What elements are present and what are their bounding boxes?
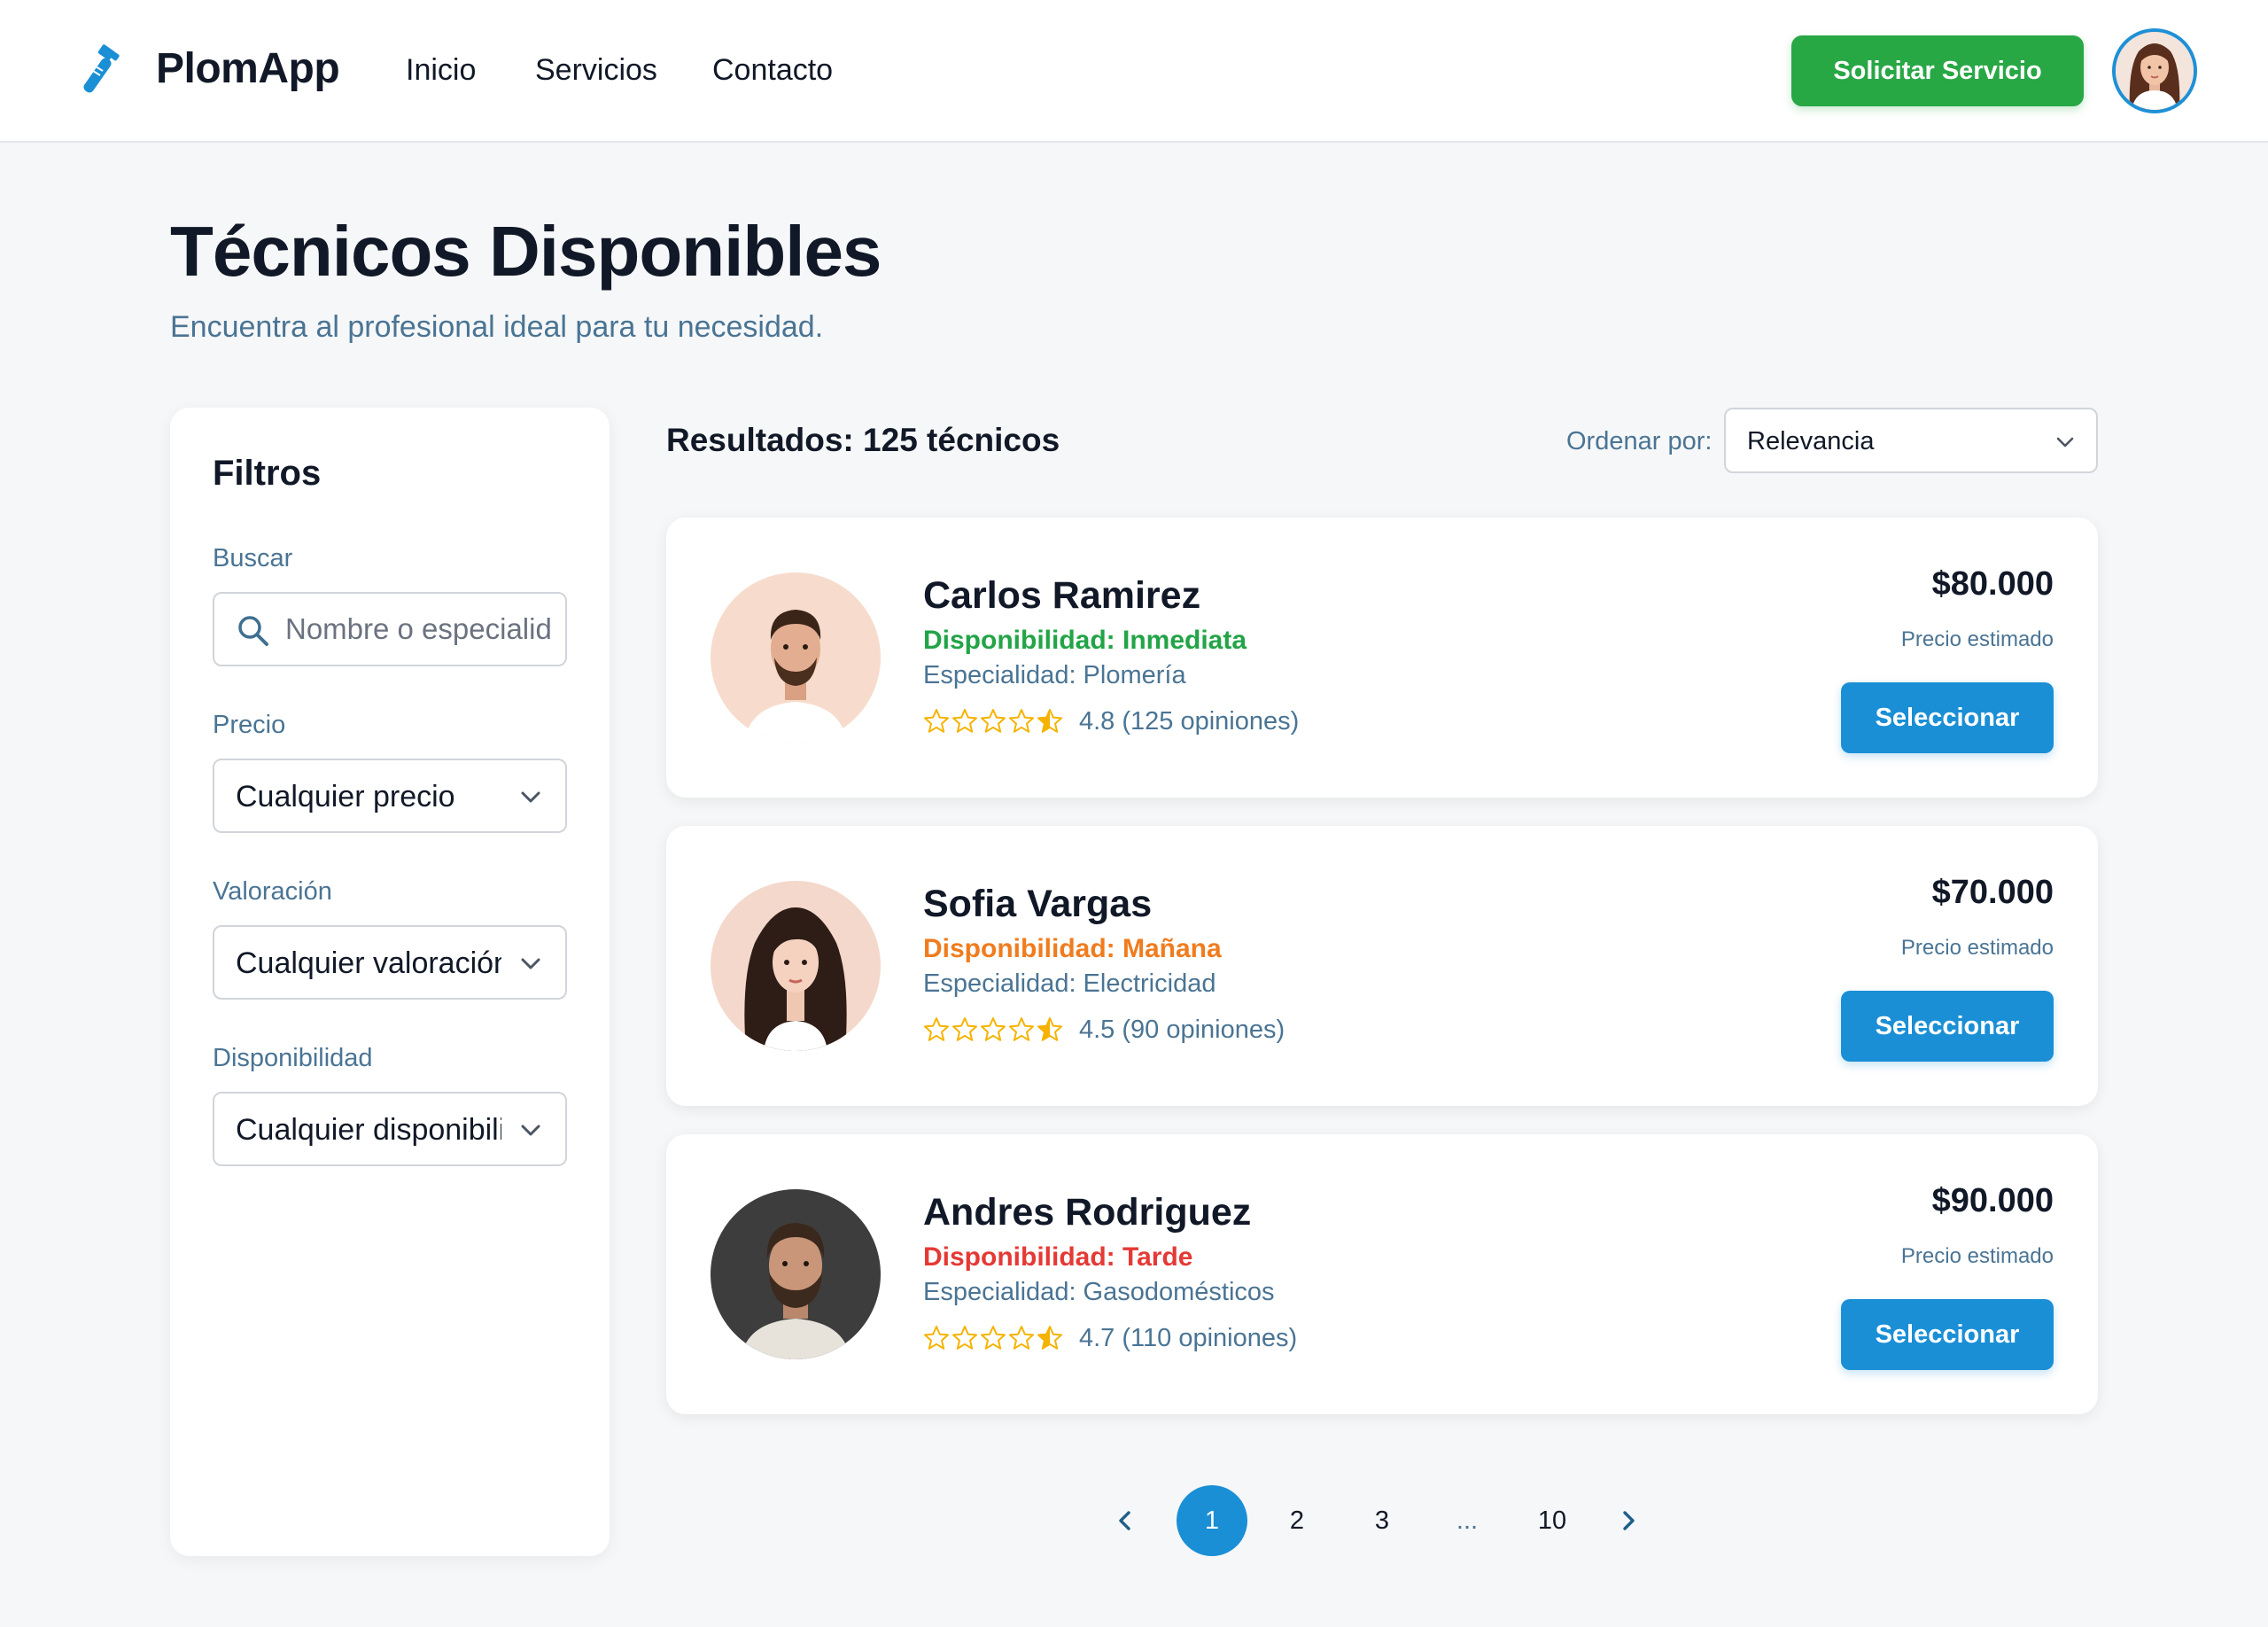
technician-avatar: [711, 1189, 881, 1359]
star-full-icon: [924, 1017, 949, 1041]
search-label: Buscar: [213, 544, 293, 572]
technician-specialty: Especialidad: Gasodomésticos: [923, 1278, 1275, 1306]
rating-text: 4.8 (125 opiniones): [1079, 706, 1300, 736]
rating: 4.7 (110 opiniones): [923, 1322, 1297, 1354]
technician-avatar: [711, 572, 881, 743]
technician-specialty: Especialidad: Plomería: [923, 661, 1186, 689]
availability-status: Disponibilidad: Mañana: [923, 934, 1222, 963]
select-technician-button[interactable]: Seleccionar: [1841, 991, 2054, 1062]
technician-portrait: [711, 572, 881, 743]
user-avatar[interactable]: [2112, 28, 2197, 113]
star-full-icon: [1009, 709, 1034, 733]
star-full-icon: [981, 1017, 1006, 1041]
sort-select-value: Relevancia: [1747, 427, 1875, 455]
star-rating: [923, 1016, 1063, 1043]
rating-select-value: Cualquier valoración: [236, 946, 501, 980]
app-logo-text[interactable]: PlomApp: [156, 44, 340, 93]
nav-link-contacto[interactable]: Contacto: [712, 53, 833, 88]
pagination-page-2[interactable]: 2: [1262, 1485, 1332, 1556]
wrench-icon: [83, 44, 120, 93]
star-rating: [923, 708, 1063, 735]
technician-name: Carlos Ramirez: [923, 574, 1201, 617]
technician-portrait: [711, 1189, 881, 1359]
technician-card: Andres Rodriguez Disponibilidad: Tarde E…: [666, 1134, 2098, 1414]
price-note: Precio estimado: [1900, 627, 2054, 651]
search-field[interactable]: [213, 592, 567, 666]
star-full-icon: [952, 1326, 977, 1350]
top-navbar: PlomApp Inicio Servicios Contacto Solici…: [0, 0, 2268, 143]
star-rating: [923, 1325, 1063, 1351]
pagination-ellipsis: ...: [1456, 1506, 1479, 1535]
filters-title: Filtros: [213, 454, 322, 493]
star-full-icon: [952, 709, 977, 733]
price-label: Precio: [213, 711, 286, 739]
technician-price: $70.000: [1931, 874, 2054, 911]
sort-label: Ordenar por:: [1566, 427, 1713, 455]
nav-link-servicios[interactable]: Servicios: [535, 53, 657, 88]
star-full-icon: [924, 1326, 949, 1350]
star-full-icon: [981, 1326, 1006, 1350]
request-service-button[interactable]: Solicitar Servicio: [1791, 35, 2084, 106]
price-select[interactable]: Cualquier precio: [213, 759, 567, 833]
rating: 4.5 (90 opiniones): [923, 1014, 1285, 1046]
pagination-page-1[interactable]: 1: [1177, 1485, 1247, 1556]
pagination-page-3[interactable]: 3: [1347, 1485, 1418, 1556]
star-full-icon: [981, 709, 1006, 733]
star-half-icon: [1037, 709, 1062, 733]
technician-name: Sofia Vargas: [923, 883, 1153, 925]
chevron-right-icon: [1623, 1511, 1635, 1530]
rating-text: 4.5 (90 opiniones): [1079, 1015, 1285, 1044]
availability-status: Disponibilidad: Inmediata: [923, 626, 1247, 655]
technician-price: $90.000: [1931, 1182, 2054, 1219]
pagination-prev[interactable]: [1113, 1485, 1138, 1556]
rating-label: Valoración: [213, 877, 332, 906]
price-select-value: Cualquier precio: [236, 780, 455, 814]
chevron-down-icon: [521, 1125, 540, 1136]
sort-select[interactable]: Relevancia: [1724, 408, 2098, 473]
price-note: Precio estimado: [1900, 1244, 2054, 1268]
availability-select[interactable]: Cualquier disponibilidad: [213, 1092, 567, 1166]
page-title: Técnicos Disponibles: [170, 212, 882, 291]
chevron-down-icon: [521, 791, 540, 803]
technician-price: $80.000: [1931, 565, 2054, 603]
availability-select-value: Cualquier disponibilidad: [236, 1113, 501, 1147]
availability-status: Disponibilidad: Tarde: [923, 1242, 1193, 1272]
technician-specialty: Especialidad: Electricidad: [923, 969, 1216, 998]
technician-card: Carlos Ramirez Disponibilidad: Inmediata…: [666, 518, 2098, 798]
chevron-left-icon: [1119, 1511, 1130, 1530]
star-full-icon: [952, 1017, 977, 1041]
star-half-icon: [1037, 1017, 1062, 1041]
star-full-icon: [924, 709, 949, 733]
price-note: Precio estimado: [1900, 936, 2054, 960]
star-full-icon: [1009, 1017, 1034, 1041]
filters-panel: Filtros Buscar Precio Cualquier precio V…: [170, 408, 610, 1556]
search-icon: [238, 616, 268, 646]
star-full-icon: [1009, 1326, 1034, 1350]
technician-avatar: [711, 881, 881, 1051]
select-technician-button[interactable]: Seleccionar: [1841, 1299, 2054, 1370]
page-subtitle: Encuentra al profesional ideal para tu n…: [170, 310, 824, 344]
user-portrait: [2116, 32, 2194, 110]
select-technician-button[interactable]: Seleccionar: [1841, 682, 2054, 753]
search-input[interactable]: [285, 594, 551, 665]
rating: 4.8 (125 opiniones): [923, 705, 1299, 737]
availability-label: Disponibilidad: [213, 1044, 373, 1072]
chevron-down-icon: [2056, 437, 2074, 448]
chevron-down-icon: [521, 958, 540, 969]
pagination-page-10[interactable]: 10: [1517, 1485, 1588, 1556]
star-half-icon: [1037, 1326, 1062, 1350]
rating-text: 4.7 (110 opiniones): [1079, 1323, 1298, 1352]
technician-portrait: [711, 881, 881, 1051]
pagination-next[interactable]: [1611, 1485, 1646, 1556]
results-count: Resultados: 125 técnicos: [666, 422, 1060, 458]
technician-name: Andres Rodriguez: [923, 1191, 1252, 1234]
technician-card: Sofia Vargas Disponibilidad: Mañana Espe…: [666, 826, 2098, 1106]
rating-select[interactable]: Cualquier valoración: [213, 925, 567, 1000]
nav-link-inicio[interactable]: Inicio: [406, 53, 476, 88]
